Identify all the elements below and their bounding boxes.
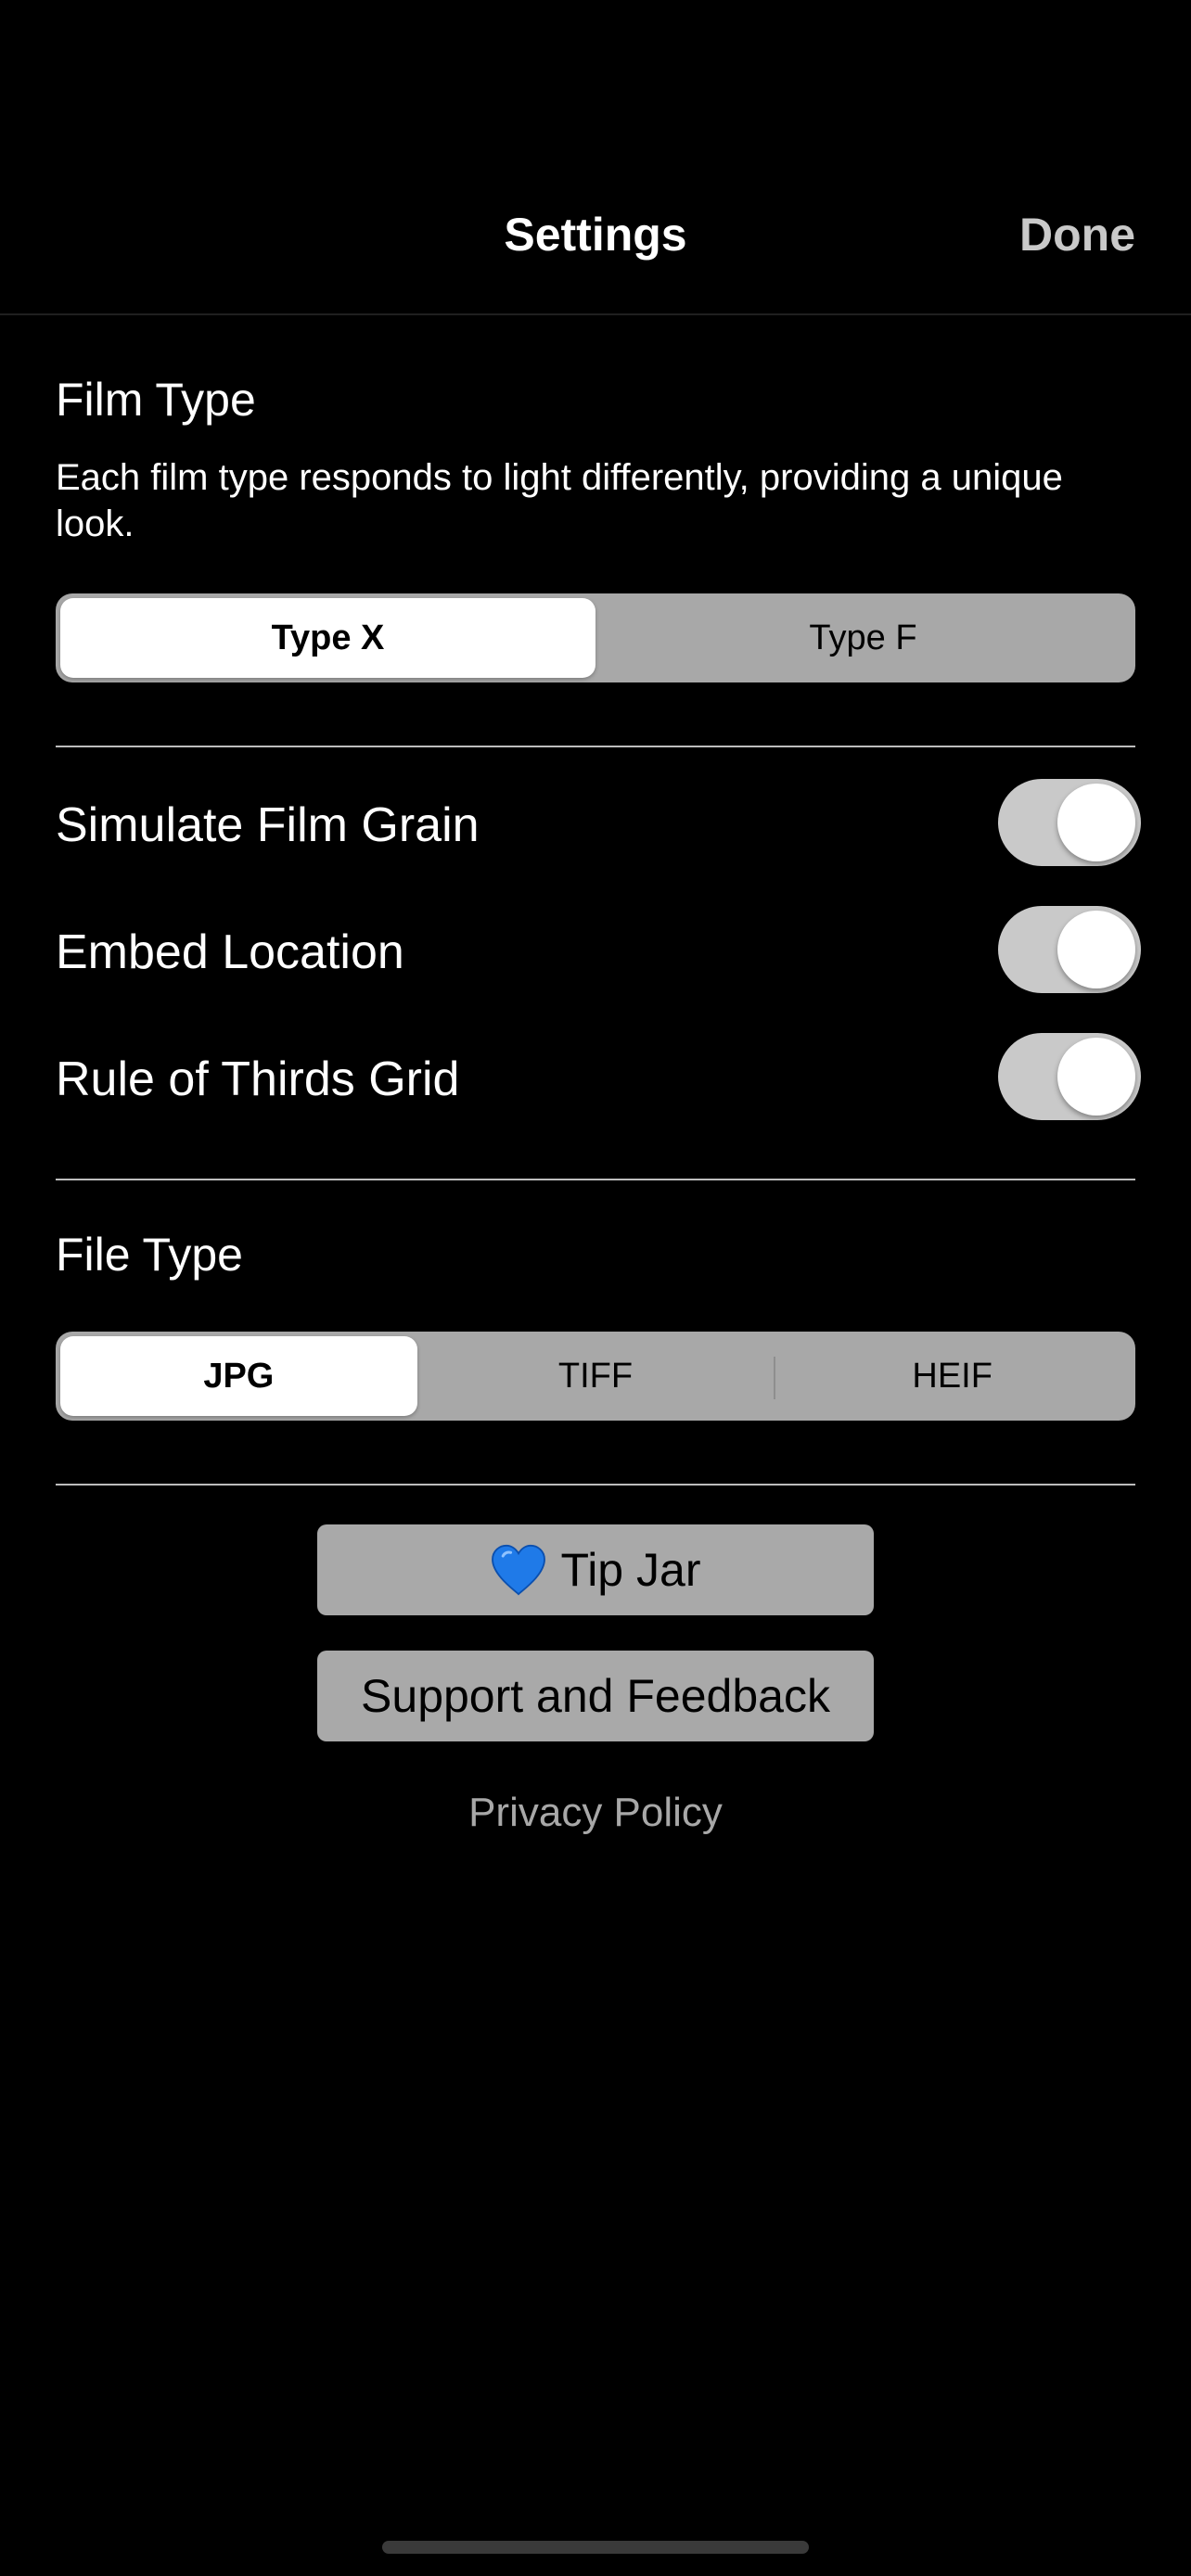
tip-jar-label: Tip Jar bbox=[560, 1544, 701, 1596]
toggle-row-embed-location: Embed Location bbox=[56, 906, 1141, 995]
section-divider bbox=[56, 1179, 1135, 1180]
home-indicator bbox=[382, 2541, 809, 2554]
film-grain-label: Simulate Film Grain bbox=[56, 798, 480, 852]
film-type-segmented-control: Type X Type F bbox=[56, 593, 1135, 682]
toggle-row-thirds-grid: Rule of Thirds Grid bbox=[56, 1033, 1141, 1122]
embed-location-switch[interactable] bbox=[998, 906, 1141, 993]
switch-knob bbox=[1057, 911, 1135, 988]
thirds-grid-switch[interactable] bbox=[998, 1033, 1141, 1120]
film-grain-switch[interactable] bbox=[998, 779, 1141, 866]
thirds-grid-label: Rule of Thirds Grid bbox=[56, 1052, 460, 1106]
navigation-bar: Settings Done bbox=[0, 176, 1191, 287]
support-feedback-button[interactable]: Support and Feedback bbox=[317, 1651, 874, 1741]
embed-location-label: Embed Location bbox=[56, 925, 404, 979]
page-title: Settings bbox=[504, 209, 687, 261]
toggle-row-film-grain: Simulate Film Grain bbox=[56, 779, 1141, 868]
switch-knob bbox=[1057, 784, 1135, 861]
file-type-title: File Type bbox=[56, 1229, 243, 1281]
segment-jpg[interactable]: JPG bbox=[60, 1336, 417, 1416]
segment-tiff[interactable]: TIFF bbox=[417, 1336, 775, 1416]
support-feedback-label: Support and Feedback bbox=[361, 1670, 830, 1722]
film-type-description: Each film type responds to light differe… bbox=[56, 457, 1063, 544]
done-button[interactable]: Done bbox=[1019, 208, 1135, 261]
segment-heif[interactable]: HEIF bbox=[774, 1336, 1131, 1416]
segment-type-x[interactable]: Type X bbox=[60, 598, 596, 678]
film-type-title: Film Type bbox=[56, 374, 256, 426]
section-divider bbox=[56, 1484, 1135, 1486]
switch-knob bbox=[1057, 1038, 1135, 1116]
blue-heart-icon bbox=[491, 1544, 545, 1596]
nav-divider bbox=[0, 313, 1191, 315]
file-type-segmented-control: JPG TIFF HEIF bbox=[56, 1332, 1135, 1421]
segment-type-f[interactable]: Type F bbox=[596, 598, 1131, 678]
tip-jar-button[interactable]: Tip Jar bbox=[317, 1524, 874, 1615]
privacy-policy-link[interactable]: Privacy Policy bbox=[56, 1790, 1135, 1836]
section-divider bbox=[56, 746, 1135, 747]
